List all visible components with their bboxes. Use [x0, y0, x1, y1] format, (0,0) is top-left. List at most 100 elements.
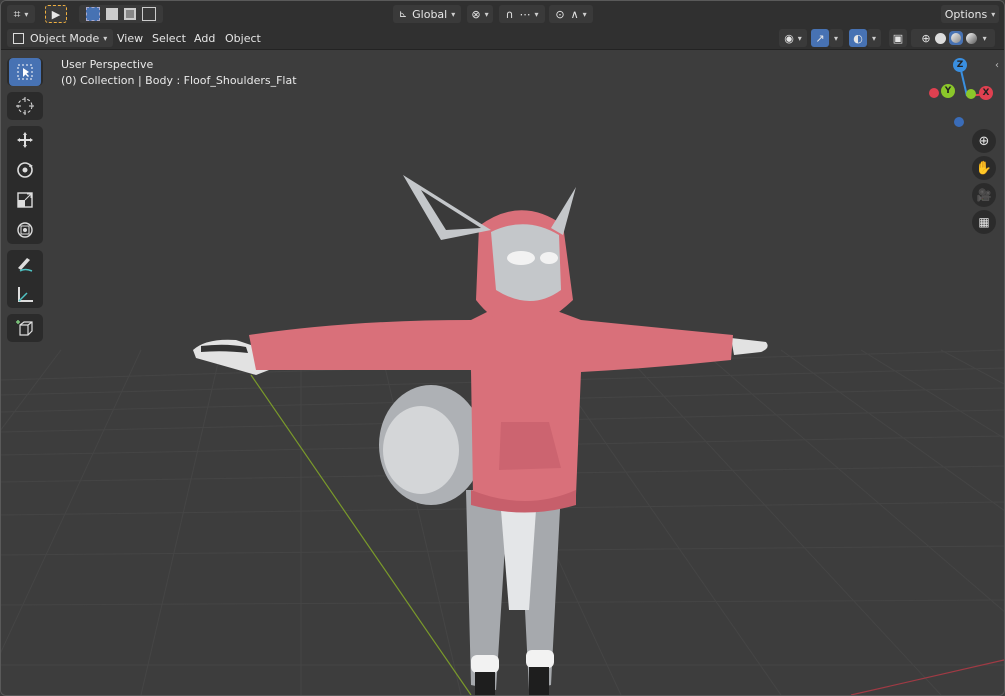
- gizmo-z-label: Z: [956, 60, 964, 70]
- falloff-icon[interactable]: ∧: [571, 8, 579, 21]
- proportional-editing-group[interactable]: ⊙ ∧ ▾: [549, 5, 593, 23]
- menu-add[interactable]: Add: [188, 29, 221, 47]
- snap-increment-icon[interactable]: ⋯: [520, 8, 531, 21]
- navigation-gizmo[interactable]: Z Y X: [921, 54, 999, 134]
- gizmo-neg-z-axis[interactable]: [954, 117, 964, 127]
- chevron-down-icon: ▾: [451, 9, 456, 19]
- overlay-toggle[interactable]: ◐: [849, 29, 867, 47]
- gizmo-y-axis[interactable]: Y: [941, 84, 955, 98]
- shading-mode-group[interactable]: ⊕ ▾: [911, 29, 995, 47]
- pivot-icon: ⊗: [471, 7, 481, 21]
- camera-icon: 🎥: [976, 188, 992, 202]
- select-box-icon: [17, 64, 33, 80]
- cursor-tool-group: [7, 92, 43, 120]
- menu-select-label: Select: [152, 31, 186, 45]
- transform-orientation-value: Global: [412, 7, 448, 21]
- move-tool[interactable]: [9, 126, 41, 154]
- rotate-tool[interactable]: [9, 156, 41, 184]
- visibility-dropdown[interactable]: ◉ ▾: [779, 29, 807, 47]
- zoom-button[interactable]: ⊕: [972, 129, 996, 153]
- solid-shading-icon[interactable]: [934, 32, 946, 44]
- select-box-mode-group[interactable]: [79, 5, 163, 23]
- snap-group[interactable]: ∩ ⋯ ▾: [499, 5, 545, 23]
- chevron-down-icon: ▾: [871, 33, 876, 43]
- orientation-icon: ⊾: [398, 8, 408, 20]
- select-mode-button[interactable]: ▶: [45, 5, 67, 23]
- toolbar: [7, 56, 43, 348]
- select-subtract-icon[interactable]: [124, 8, 136, 20]
- gizmo-z-axis[interactable]: Z: [953, 58, 967, 72]
- object-mode-icon: [13, 32, 24, 44]
- cursor-arrow-icon: ▶: [51, 7, 61, 21]
- chevron-down-icon: ▾: [24, 9, 29, 19]
- chevron-down-icon: ▾: [797, 33, 802, 43]
- add-cube-icon: [16, 320, 33, 336]
- hand-icon: ✋: [975, 160, 993, 176]
- select-extend-icon[interactable]: [106, 8, 118, 20]
- snap-magnet-icon[interactable]: ∩: [505, 8, 513, 21]
- editor-type-icon: ⌗: [13, 6, 21, 21]
- menu-object-label: Object: [225, 31, 261, 45]
- perspective-label: User Perspective: [61, 58, 154, 71]
- select-new-icon[interactable]: [86, 7, 100, 21]
- sidebar-toggle-icon[interactable]: ‹: [995, 60, 999, 71]
- transform-orientation-dropdown[interactable]: ⊾ Global ▾: [393, 5, 461, 23]
- chevron-down-icon: ▾: [534, 9, 539, 19]
- cursor-icon: [16, 97, 34, 115]
- gizmo-y-label: Y: [944, 86, 952, 96]
- rotate-icon: [17, 162, 33, 178]
- select-invert-icon[interactable]: [142, 7, 156, 21]
- gizmo-x-axis[interactable]: X: [979, 86, 993, 100]
- chevron-down-icon: ▾: [982, 33, 987, 43]
- measure-tool[interactable]: [9, 280, 41, 308]
- chevron-down-icon: ▾: [991, 9, 996, 19]
- gizmo-neg-x-axis[interactable]: [929, 88, 939, 98]
- annotate-tool[interactable]: [9, 250, 41, 278]
- select-box-tool[interactable]: [9, 58, 41, 86]
- select-tool-group: [7, 58, 43, 86]
- proportional-edit-icon[interactable]: ⊙: [555, 8, 564, 21]
- character-model[interactable]: [1, 50, 1004, 695]
- pan-button[interactable]: ✋: [972, 156, 996, 180]
- pivot-point-dropdown[interactable]: ⊗ ▾: [467, 5, 493, 23]
- overlay-icon: ◐: [853, 31, 863, 45]
- material-shading-icon[interactable]: [948, 31, 963, 45]
- collection-label: (0) Collection | Body : Floof_Shoulders_…: [61, 74, 297, 87]
- gizmo-dropdown[interactable]: ▾: [829, 29, 843, 47]
- transform-tool-group: [7, 126, 43, 244]
- menu-add-label: Add: [194, 31, 216, 45]
- chevron-down-icon: ▾: [833, 33, 838, 43]
- zoom-icon: ⊕: [978, 133, 990, 149]
- scale-icon: [17, 192, 33, 208]
- 3d-viewport[interactable]: User Perspective (0) Collection | Body :…: [1, 50, 1004, 695]
- menu-select[interactable]: Select: [146, 29, 192, 47]
- menu-view-label: View: [117, 31, 144, 45]
- chevron-down-icon: ▾: [484, 9, 489, 19]
- gizmo-x-label: X: [982, 88, 990, 98]
- rendered-shading-icon[interactable]: [965, 32, 977, 44]
- tool-header: ⌗▾ ▶ ⊾ Global ▾ ⊗▾ ∩ ⋯▾ ⊙ ∧▾ Options: [1, 1, 1004, 27]
- cursor-tool[interactable]: [9, 92, 41, 120]
- chevron-down-icon: ▾: [103, 33, 108, 43]
- gizmo-icon: ↗: [815, 31, 825, 45]
- blender-window: ⌗▾ ▶ ⊾ Global ▾ ⊗▾ ∩ ⋯▾ ⊙ ∧▾ Options: [0, 0, 1005, 696]
- tail: [379, 385, 483, 505]
- mode-dropdown[interactable]: Object Mode ▾: [7, 29, 114, 47]
- menu-object[interactable]: Object: [219, 29, 267, 47]
- xray-toggle[interactable]: ▣: [889, 29, 907, 47]
- projection-toggle-button[interactable]: ▦: [972, 210, 996, 234]
- options-label: Options: [944, 7, 988, 21]
- measure-icon: [18, 287, 33, 302]
- add-cube-tool[interactable]: [9, 314, 41, 342]
- gizmo-neg-y-axis[interactable]: [966, 89, 976, 99]
- options-dropdown[interactable]: Options ▾: [941, 5, 999, 23]
- menu-view[interactable]: View: [111, 29, 149, 47]
- gizmo-toggle[interactable]: ↗: [811, 29, 829, 47]
- camera-view-button[interactable]: 🎥: [972, 183, 996, 207]
- transform-tool[interactable]: [9, 216, 41, 244]
- overlay-dropdown[interactable]: ▾: [867, 29, 881, 47]
- chevron-down-icon: ▾: [582, 9, 587, 19]
- editor-type-button[interactable]: ⌗ ▾: [7, 5, 35, 23]
- scale-tool[interactable]: [9, 186, 41, 214]
- wireframe-shading-icon[interactable]: ⊕: [921, 32, 930, 45]
